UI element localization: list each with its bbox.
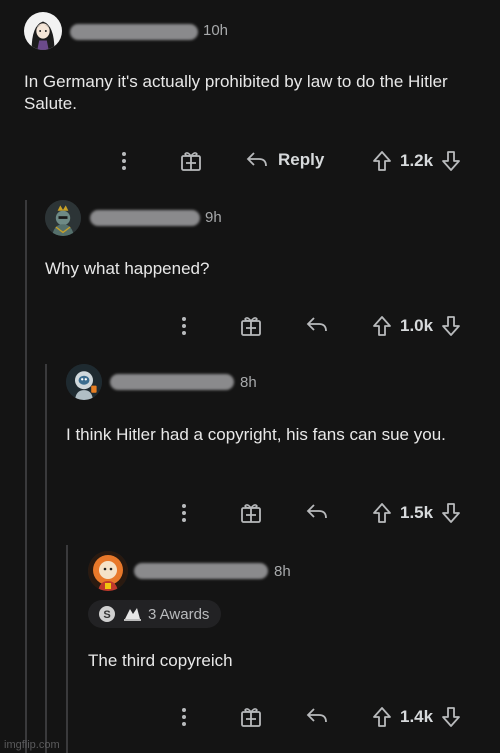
username-redacted[interactable] [70,24,198,40]
more-vertical-icon [182,317,186,335]
thread-line-level-1[interactable] [25,200,27,753]
comment-time: 9h [205,209,222,226]
more-options-button[interactable] [179,315,189,337]
reply-button[interactable]: Reply [246,150,324,170]
user-avatar[interactable] [45,200,81,236]
username-redacted[interactable] [110,374,234,390]
username-redacted[interactable] [90,210,200,226]
vote-count: 1.4k [400,707,434,726]
more-vertical-icon [182,708,186,726]
svg-text:S: S [103,609,110,621]
downvote-arrow-icon[interactable] [441,502,461,524]
upvote-arrow-icon[interactable] [372,502,392,524]
avatar-knight-icon [45,200,81,236]
more-options-button[interactable] [179,706,189,728]
upvote-arrow-icon[interactable] [372,706,392,728]
username-redacted[interactable] [134,563,268,579]
comment-body: I think Hitler had a copyright, his fans… [66,425,446,444]
vote-count: 1.5k [400,503,434,522]
award-button[interactable] [180,150,202,172]
downvote-arrow-icon[interactable] [441,150,461,172]
reply-arrow-icon [306,708,327,723]
awards-count: 3 Awards [148,605,210,623]
avatar-lion-icon [88,551,128,591]
thread-line-level-2[interactable] [45,364,47,753]
reply-button[interactable] [306,315,328,335]
gift-award-icon [241,317,261,336]
comment-time: 8h [240,374,257,391]
upvote-arrow-icon[interactable] [372,315,392,337]
gift-award-icon [181,152,201,171]
upvote-arrow-icon[interactable] [372,150,392,172]
user-avatar[interactable] [66,364,102,400]
comment-body: In Germany it's actually prohibited by l… [24,72,448,113]
reply-label: Reply [278,150,325,169]
comment-time: 8h [274,563,291,580]
downvote-arrow-icon[interactable] [441,706,461,728]
more-vertical-icon [182,504,186,522]
vote-controls: 1.2k [372,150,461,172]
helpful-award-icon [124,608,141,621]
gift-award-icon [241,708,261,727]
downvote-arrow-icon[interactable] [441,315,461,337]
avatar-astronaut-icon [66,364,102,400]
more-vertical-icon [122,152,126,170]
user-avatar[interactable] [88,551,128,591]
more-options-button[interactable] [119,150,129,172]
user-avatar[interactable] [24,12,62,50]
reply-button[interactable] [306,706,328,726]
comment-body: Why what happened? [45,259,210,278]
reply-button[interactable] [306,502,328,522]
vote-controls: 1.0k [372,315,461,337]
vote-controls: 1.4k [372,706,461,728]
comment-time: 10h [203,22,229,39]
silver-award-icon: S [99,606,115,622]
imgflip-watermark: imgflip.com [4,739,60,751]
reply-arrow-icon [246,152,267,167]
vote-count: 1.2k [400,151,434,170]
awards-badge[interactable]: S 3 Awards [88,600,222,628]
gift-award-icon [241,504,261,523]
avatar-woman-icon [24,12,62,50]
vote-controls: 1.5k [372,502,461,524]
comment-body: The third copyreich [88,651,233,670]
more-options-button[interactable] [179,502,189,524]
award-button[interactable] [240,706,262,728]
vote-count: 1.0k [400,316,434,335]
thread-line-level-3[interactable] [66,545,68,753]
award-button[interactable] [240,502,262,524]
reply-arrow-icon [306,504,327,519]
reply-arrow-icon [306,317,327,332]
award-button[interactable] [240,315,262,337]
